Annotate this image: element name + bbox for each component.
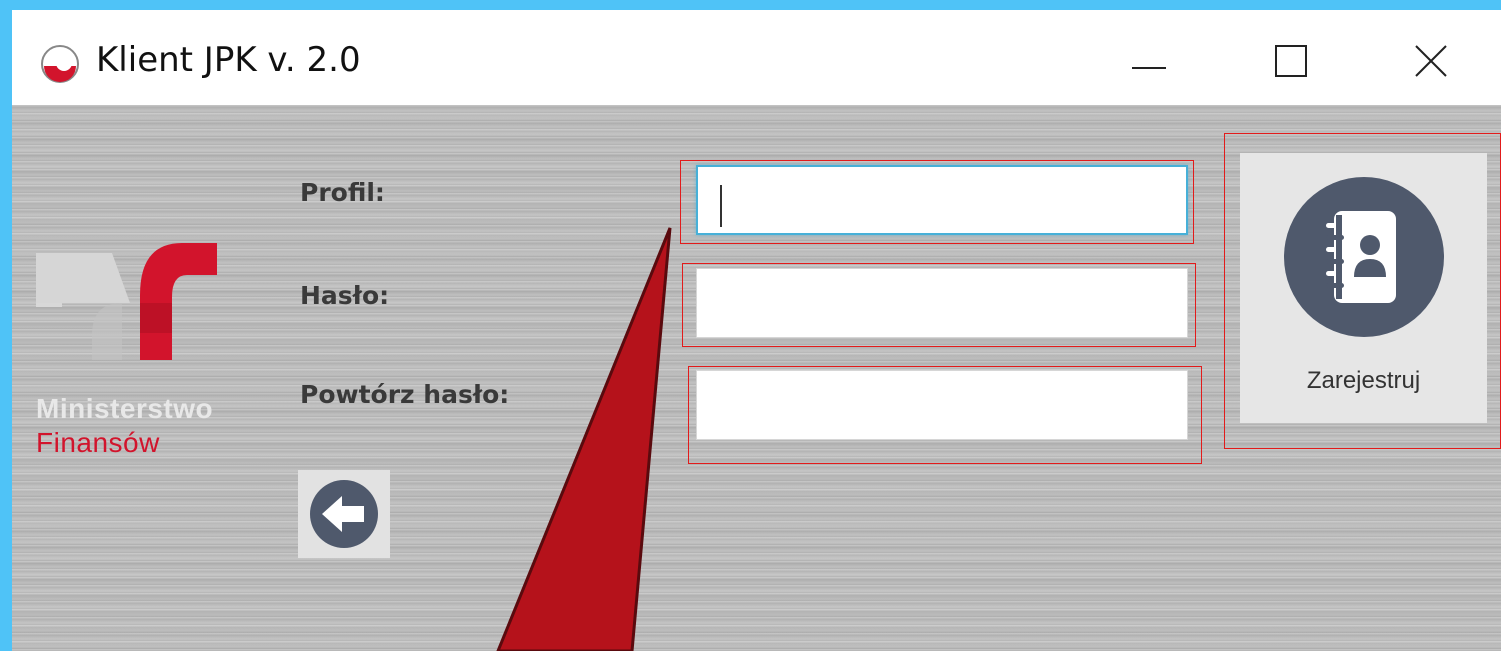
maximize-button[interactable]	[1262, 34, 1322, 90]
title-bar: Klient JPK v. 2.0	[12, 10, 1501, 105]
ministry-logo: Ministerstwo Finansów	[22, 135, 272, 458]
ministry-name-line2: Finansów	[36, 427, 160, 458]
profile-input[interactable]	[696, 165, 1188, 235]
password-label: Hasło:	[300, 281, 390, 310]
ministry-name-line1: Ministerstwo	[36, 393, 214, 424]
arrow-left-icon	[310, 480, 378, 548]
repeat-password-input[interactable]	[696, 370, 1188, 440]
register-button[interactable]: Zarejestruj	[1240, 153, 1487, 423]
window-title: Klient JPK v. 2.0	[96, 40, 361, 80]
repeat-password-label: Powtórz hasło:	[300, 380, 510, 409]
text-caret	[720, 185, 722, 227]
minimize-button[interactable]	[1120, 34, 1180, 90]
profile-label: Profil:	[300, 178, 385, 207]
minimize-icon	[1132, 67, 1166, 69]
back-button[interactable]	[298, 470, 390, 558]
close-button[interactable]	[1402, 34, 1462, 90]
close-icon	[1415, 45, 1447, 77]
maximize-icon	[1275, 45, 1307, 77]
address-book-icon	[1284, 177, 1444, 337]
register-label: Zarejestruj	[1306, 367, 1421, 394]
jpk-app-icon	[40, 44, 80, 84]
ministry-logo-mark	[36, 243, 217, 360]
password-input[interactable]	[696, 268, 1188, 338]
